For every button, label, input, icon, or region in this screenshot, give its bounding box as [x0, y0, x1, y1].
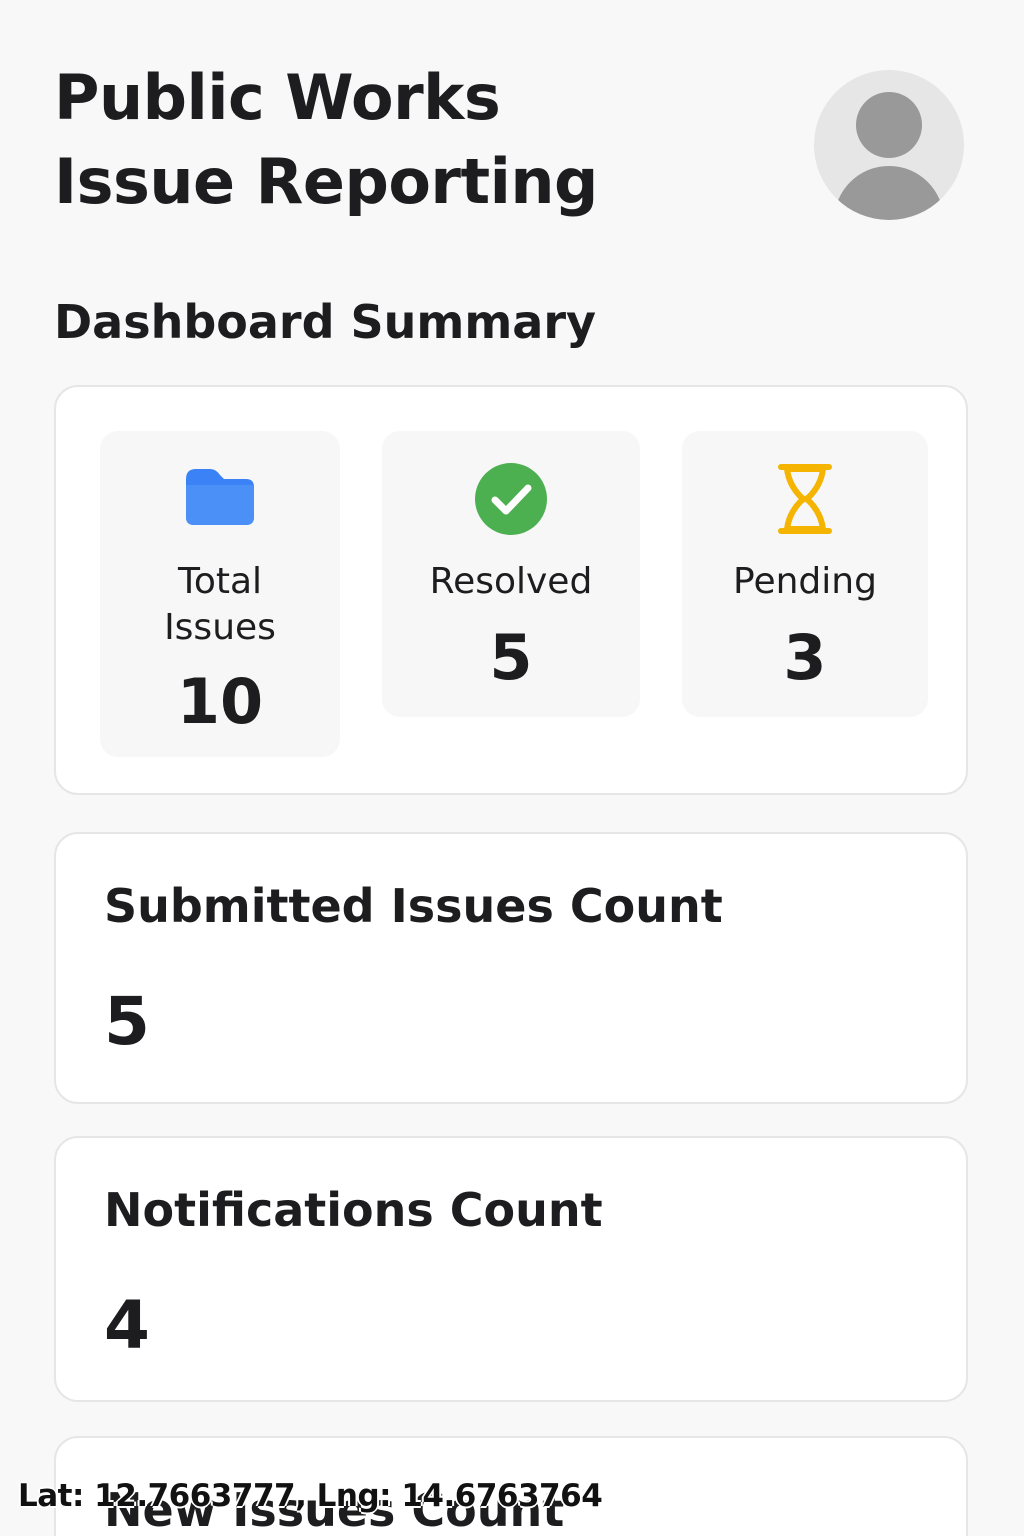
app-title: Public Works Issue Reporting	[54, 61, 598, 218]
pending-issues-label: Pending	[733, 561, 877, 602]
submitted-issues-card[interactable]: Submitted Issues Count 5	[54, 832, 968, 1104]
dashboard-summary-card: Total Issues 10 Resolved 5 Pending 3	[54, 385, 968, 795]
submitted-issues-value: 5	[104, 983, 150, 1060]
submitted-issues-label: Submitted Issues Count	[104, 879, 723, 933]
pending-issues-value: 3	[783, 621, 827, 694]
avatar-body-icon	[834, 166, 944, 220]
dashboard-page: Public Works Issue Reporting Dashboard S…	[0, 0, 1024, 1536]
notifications-card[interactable]: Notifications Count 4	[54, 1136, 968, 1402]
pending-issues-tile[interactable]: Pending 3	[682, 431, 928, 717]
folder-icon	[186, 469, 254, 525]
hourglass-icon	[778, 464, 832, 534]
avatar-head-icon	[856, 92, 922, 158]
resolved-issues-value: 5	[489, 621, 533, 694]
resolved-issues-label: Resolved	[429, 561, 593, 602]
user-avatar-button[interactable]	[814, 70, 964, 220]
dashboard-summary-title: Dashboard Summary	[54, 295, 597, 349]
total-issues-label: Total Issues	[164, 561, 276, 648]
notifications-label: Notifications Count	[104, 1183, 603, 1237]
notifications-value: 4	[104, 1287, 150, 1364]
total-issues-value: 10	[176, 665, 264, 738]
check-circle-icon	[475, 463, 547, 535]
coordinates-overlay: Lat: 12.7663777, Lng: 14.6763764	[18, 1478, 603, 1514]
resolved-issues-tile[interactable]: Resolved 5	[382, 431, 640, 717]
total-issues-tile[interactable]: Total Issues 10	[100, 431, 340, 757]
